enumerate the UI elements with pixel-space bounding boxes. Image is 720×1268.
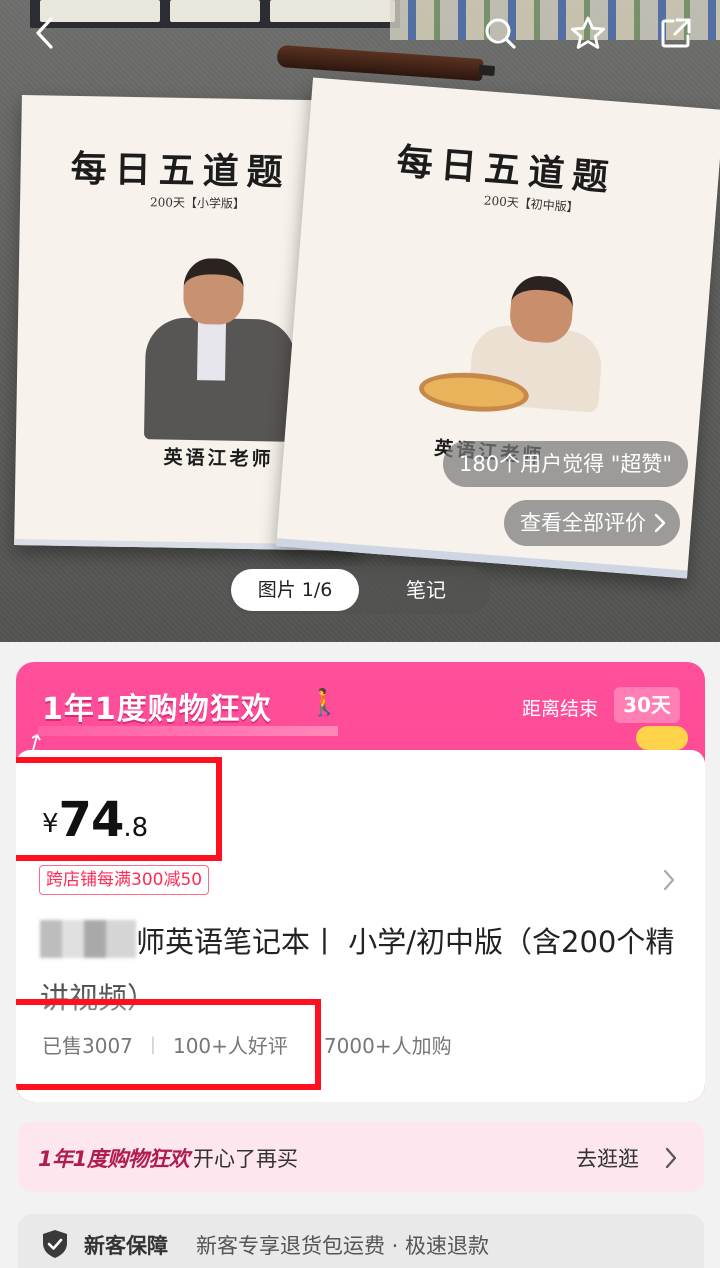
event-cta-link[interactable]: 去逛逛	[576, 1143, 639, 1173]
share-icon	[661, 18, 691, 48]
book-title: 每日五道题	[395, 140, 618, 200]
book-title: 每日五道题	[70, 147, 292, 194]
tab-images[interactable]: 图片 1/6	[231, 569, 359, 611]
promo-arrow-decoration	[38, 726, 338, 736]
book-stack-decoration	[30, 0, 400, 28]
product-image-carousel[interactable]: 每日五道题 200天【小学版】 英语江老师 每日五道题 200天【初中版】 英语…	[0, 0, 720, 642]
countdown-value: 30天	[614, 687, 680, 723]
add-to-cart-count: 7000+人加购	[323, 1034, 452, 1058]
event-banner[interactable]: 1年1度购物狂欢 开心了再买 去逛逛	[18, 1122, 704, 1192]
highlight-box-stats	[16, 999, 321, 1090]
new-customer-guarantee[interactable]: 新客保障 新客专享退货包运费 · 极速退款	[18, 1214, 704, 1268]
rating-summary-pill: 180个用户觉得 "超赞"	[443, 441, 689, 487]
book-spine	[170, 0, 260, 22]
event-name: 1年1度购物狂欢	[38, 1147, 190, 1171]
search-icon	[485, 18, 516, 49]
highlight-box-price	[16, 757, 222, 861]
event-slogan: 开心了再买	[193, 1147, 298, 1171]
view-all-reviews-label: 查看全部评价	[520, 511, 646, 535]
chevron-right-icon	[654, 513, 666, 533]
favorite-button[interactable]	[562, 8, 614, 58]
back-arrow-icon	[36, 17, 53, 49]
book-spine	[270, 0, 395, 22]
back-button[interactable]	[18, 8, 70, 58]
media-tabs: 图片 1/6 笔记	[228, 566, 490, 614]
share-button[interactable]	[650, 8, 702, 58]
guarantee-description: 新客专享退货包运费 · 极速退款	[196, 1234, 490, 1258]
price-panel: ¥74.8 跨店铺每满300减50 师英语笔记本丨 小学/初中版（含200个精讲…	[16, 750, 705, 1102]
countdown-label: 距离结束	[522, 698, 599, 720]
tab-notes[interactable]: 笔记	[376, 569, 476, 611]
smiley-decoration-icon	[636, 726, 688, 750]
book-author: 英语江老师	[163, 446, 274, 471]
book-subtitle: 200天【小学版】	[149, 195, 246, 211]
search-button[interactable]	[474, 8, 526, 58]
shield-check-icon	[43, 1230, 67, 1258]
guarantee-title: 新客保障	[84, 1234, 168, 1258]
promo-event-title: 1年1度购物狂欢	[42, 684, 272, 728]
chevron-right-icon[interactable]	[662, 868, 676, 892]
chevron-right-icon	[665, 1147, 677, 1169]
star-icon	[571, 16, 605, 49]
walking-person-icon: 🚶	[308, 688, 341, 718]
view-all-reviews-button[interactable]: 查看全部评价	[504, 500, 680, 546]
promo-event-title-text: 1年1度购物狂欢	[42, 692, 272, 727]
promo-price-card: 1年1度购物狂欢 🚶 ↗ 距离结束 30天 ¥74.8 跨店铺每满300减50 …	[16, 662, 705, 1102]
coupon-badge[interactable]: 跨店铺每满300减50	[39, 865, 210, 895]
